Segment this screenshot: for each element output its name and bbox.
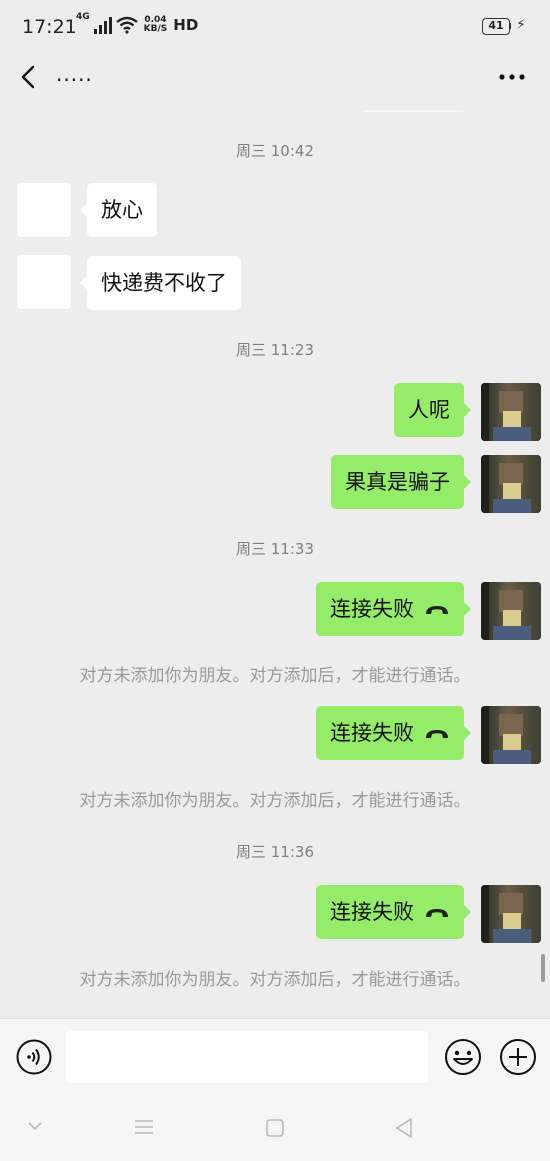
home-icon[interactable] bbox=[265, 1118, 285, 1138]
call-status-text: 连接失败 bbox=[330, 900, 414, 924]
net-speed-unit: KB/S bbox=[143, 24, 168, 34]
call-status-text: 连接失败 bbox=[330, 721, 414, 745]
emoji-icon[interactable] bbox=[444, 1038, 482, 1076]
phone-hangup-icon bbox=[426, 909, 448, 917]
user-avatar[interactable] bbox=[481, 383, 541, 441]
status-time: 17:21 bbox=[22, 16, 77, 38]
plus-icon[interactable] bbox=[499, 1038, 537, 1076]
chevron-down-icon[interactable] bbox=[26, 1120, 44, 1132]
call-message[interactable]: 连接失败 bbox=[316, 885, 471, 939]
system-notice: 对方未添加你为朋友。对方添加后，才能进行通话。 bbox=[79, 666, 471, 686]
wifi-icon bbox=[115, 16, 138, 34]
system-notice: 对方未添加你为朋友。对方添加后，才能进行通话。 bbox=[79, 791, 471, 811]
network-type: 4G bbox=[76, 12, 90, 22]
incoming-message[interactable]: 快递费不收了 bbox=[80, 256, 241, 310]
phone-hangup-icon bbox=[426, 606, 448, 614]
outgoing-message[interactable]: 果真是骗子 bbox=[331, 455, 471, 509]
hd-indicator: HD bbox=[173, 16, 199, 34]
chevron-left-icon[interactable] bbox=[16, 62, 42, 92]
time-label: 周三 11:36 bbox=[236, 843, 314, 861]
chat-header: ..... bbox=[0, 56, 550, 102]
menu-icon[interactable] bbox=[133, 1118, 155, 1136]
message-list[interactable]: 周三 10:42 放心 快递费不收了 周三 11:23 人呢 果真是骗子 周三 … bbox=[0, 112, 550, 1018]
voice-icon[interactable] bbox=[16, 1039, 52, 1075]
time-label: 周三 10:42 bbox=[236, 142, 314, 160]
time-label: 周三 11:23 bbox=[236, 341, 314, 359]
battery-level: 41 bbox=[488, 19, 504, 32]
charging-icon: ⚡ bbox=[516, 17, 526, 33]
input-bar bbox=[0, 1018, 550, 1095]
more-dots-icon[interactable] bbox=[496, 64, 528, 90]
call-message[interactable]: 连接失败 bbox=[316, 706, 471, 760]
outgoing-message[interactable]: 人呢 bbox=[394, 383, 471, 437]
time-label: 周三 11:33 bbox=[236, 540, 314, 558]
call-message[interactable]: 连接失败 bbox=[316, 582, 471, 636]
phone-hangup-icon bbox=[426, 730, 448, 738]
chat-title: ..... bbox=[56, 62, 93, 86]
call-status-text: 连接失败 bbox=[330, 597, 414, 621]
incoming-message[interactable]: 放心 bbox=[80, 183, 157, 237]
battery-tip bbox=[509, 23, 511, 29]
contact-avatar[interactable] bbox=[17, 255, 71, 309]
battery-icon: 41 bbox=[482, 18, 510, 35]
user-avatar[interactable] bbox=[481, 582, 541, 640]
network-indicators: 4G 0.04 KB/S HD bbox=[76, 13, 198, 34]
scrollbar[interactable] bbox=[541, 954, 545, 982]
user-avatar[interactable] bbox=[481, 706, 541, 764]
contact-avatar[interactable] bbox=[17, 183, 71, 237]
user-avatar[interactable] bbox=[481, 885, 541, 943]
user-avatar[interactable] bbox=[481, 455, 541, 513]
message-input[interactable] bbox=[66, 1031, 428, 1083]
status-bar: 17:21 4G 0.04 KB/S HD 41 ⚡ bbox=[0, 0, 550, 56]
signal-icon bbox=[93, 17, 112, 34]
system-navigation-bar bbox=[0, 1094, 550, 1161]
system-notice: 对方未添加你为朋友。对方添加后，才能进行通话。 bbox=[79, 970, 471, 990]
net-speed: 0.04 KB/S bbox=[144, 16, 168, 34]
back-triangle-icon[interactable] bbox=[394, 1117, 414, 1139]
